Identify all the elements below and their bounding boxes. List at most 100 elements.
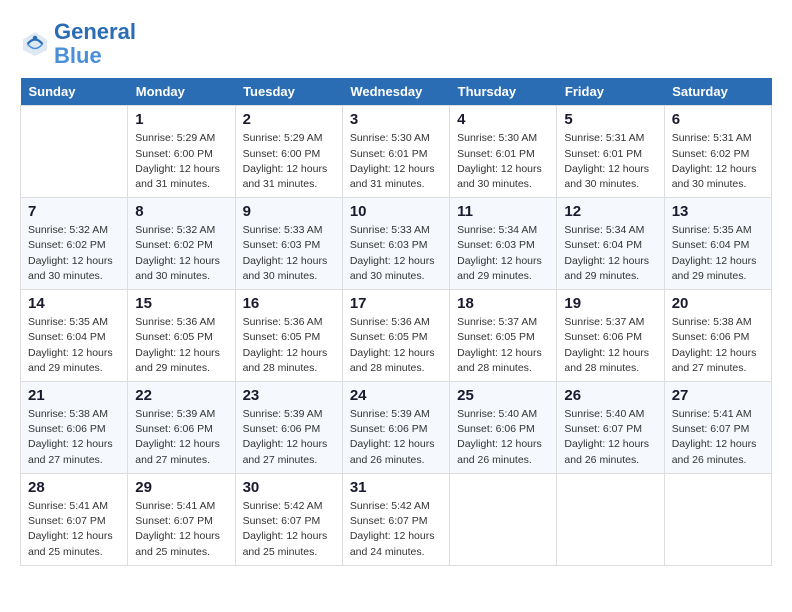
col-header-wednesday: Wednesday	[342, 78, 449, 106]
day-info: Sunrise: 5:40 AMSunset: 6:07 PMDaylight:…	[564, 407, 656, 468]
page-header: GeneralBlue	[20, 20, 772, 68]
day-cell-14: 14 Sunrise: 5:35 AMSunset: 6:04 PMDayligh…	[21, 290, 128, 382]
day-cell-21: 21 Sunrise: 5:38 AMSunset: 6:06 PMDayligh…	[21, 382, 128, 474]
day-info: Sunrise: 5:36 AMSunset: 6:05 PMDaylight:…	[243, 315, 335, 376]
day-info: Sunrise: 5:42 AMSunset: 6:07 PMDaylight:…	[350, 499, 442, 560]
day-number: 31	[350, 479, 442, 496]
day-cell-15: 15 Sunrise: 5:36 AMSunset: 6:05 PMDayligh…	[128, 290, 235, 382]
day-cell-18: 18 Sunrise: 5:37 AMSunset: 6:05 PMDayligh…	[450, 290, 557, 382]
day-info: Sunrise: 5:30 AMSunset: 6:01 PMDaylight:…	[350, 131, 442, 192]
day-number: 25	[457, 387, 549, 404]
day-number: 30	[243, 479, 335, 496]
day-cell-3: 3 Sunrise: 5:30 AMSunset: 6:01 PMDaylight…	[342, 106, 449, 198]
day-info: Sunrise: 5:36 AMSunset: 6:05 PMDaylight:…	[135, 315, 227, 376]
day-number: 22	[135, 387, 227, 404]
day-info: Sunrise: 5:38 AMSunset: 6:06 PMDaylight:…	[672, 315, 764, 376]
day-info: Sunrise: 5:36 AMSunset: 6:05 PMDaylight:…	[350, 315, 442, 376]
day-number: 5	[564, 111, 656, 128]
col-header-friday: Friday	[557, 78, 664, 106]
day-cell-26: 26 Sunrise: 5:40 AMSunset: 6:07 PMDayligh…	[557, 382, 664, 474]
logo: GeneralBlue	[20, 20, 136, 68]
day-info: Sunrise: 5:41 AMSunset: 6:07 PMDaylight:…	[135, 499, 227, 560]
day-number: 11	[457, 203, 549, 220]
col-header-monday: Monday	[128, 78, 235, 106]
week-row-1: 1 Sunrise: 5:29 AMSunset: 6:00 PMDaylight…	[21, 106, 772, 198]
day-number: 14	[28, 295, 120, 312]
day-info: Sunrise: 5:33 AMSunset: 6:03 PMDaylight:…	[243, 223, 335, 284]
day-info: Sunrise: 5:31 AMSunset: 6:02 PMDaylight:…	[672, 131, 764, 192]
day-cell-19: 19Sunrise: 5:37 AMSunset: 6:06 PMDayligh…	[557, 290, 664, 382]
day-info: Sunrise: 5:37 AMSunset: 6:06 PMDaylight:…	[564, 315, 656, 376]
empty-cell	[664, 473, 771, 565]
day-number: 1	[135, 111, 227, 128]
day-info: Sunrise: 5:37 AMSunset: 6:05 PMDaylight:…	[457, 315, 549, 376]
day-number: 12	[564, 203, 656, 220]
day-number: 26	[564, 387, 656, 404]
day-info: Sunrise: 5:41 AMSunset: 6:07 PMDaylight:…	[672, 407, 764, 468]
day-number: 3	[350, 111, 442, 128]
day-cell-2: 2 Sunrise: 5:29 AMSunset: 6:00 PMDaylight…	[235, 106, 342, 198]
day-info: Sunrise: 5:34 AMSunset: 6:04 PMDaylight:…	[564, 223, 656, 284]
day-cell-9: 9 Sunrise: 5:33 AMSunset: 6:03 PMDaylight…	[235, 198, 342, 290]
week-row-4: 21 Sunrise: 5:38 AMSunset: 6:06 PMDayligh…	[21, 382, 772, 474]
col-header-sunday: Sunday	[21, 78, 128, 106]
day-info: Sunrise: 5:30 AMSunset: 6:01 PMDaylight:…	[457, 131, 549, 192]
day-number: 6	[672, 111, 764, 128]
empty-cell	[557, 473, 664, 565]
day-cell-13: 13Sunrise: 5:35 AMSunset: 6:04 PMDayligh…	[664, 198, 771, 290]
day-number: 17	[350, 295, 442, 312]
day-info: Sunrise: 5:39 AMSunset: 6:06 PMDaylight:…	[243, 407, 335, 468]
week-row-2: 7Sunrise: 5:32 AMSunset: 6:02 PMDaylight…	[21, 198, 772, 290]
day-cell-7: 7Sunrise: 5:32 AMSunset: 6:02 PMDaylight…	[21, 198, 128, 290]
day-info: Sunrise: 5:32 AMSunset: 6:02 PMDaylight:…	[135, 223, 227, 284]
day-info: Sunrise: 5:29 AMSunset: 6:00 PMDaylight:…	[135, 131, 227, 192]
day-cell-4: 4 Sunrise: 5:30 AMSunset: 6:01 PMDaylight…	[450, 106, 557, 198]
day-number: 18	[457, 295, 549, 312]
day-info: Sunrise: 5:39 AMSunset: 6:06 PMDaylight:…	[135, 407, 227, 468]
day-number: 23	[243, 387, 335, 404]
day-cell-28: 28 Sunrise: 5:41 AMSunset: 6:07 PMDayligh…	[21, 473, 128, 565]
day-cell-10: 10 Sunrise: 5:33 AMSunset: 6:03 PMDayligh…	[342, 198, 449, 290]
day-cell-31: 31 Sunrise: 5:42 AMSunset: 6:07 PMDayligh…	[342, 473, 449, 565]
day-number: 16	[243, 295, 335, 312]
day-info: Sunrise: 5:41 AMSunset: 6:07 PMDaylight:…	[28, 499, 120, 560]
day-cell-25: 25 Sunrise: 5:40 AMSunset: 6:06 PMDayligh…	[450, 382, 557, 474]
week-row-5: 28 Sunrise: 5:41 AMSunset: 6:07 PMDayligh…	[21, 473, 772, 565]
day-info: Sunrise: 5:40 AMSunset: 6:06 PMDaylight:…	[457, 407, 549, 468]
col-header-thursday: Thursday	[450, 78, 557, 106]
day-info: Sunrise: 5:29 AMSunset: 6:00 PMDaylight:…	[243, 131, 335, 192]
day-info: Sunrise: 5:33 AMSunset: 6:03 PMDaylight:…	[350, 223, 442, 284]
day-info: Sunrise: 5:35 AMSunset: 6:04 PMDaylight:…	[28, 315, 120, 376]
day-number: 28	[28, 479, 120, 496]
day-number: 10	[350, 203, 442, 220]
day-info: Sunrise: 5:39 AMSunset: 6:06 PMDaylight:…	[350, 407, 442, 468]
day-cell-29: 29 Sunrise: 5:41 AMSunset: 6:07 PMDayligh…	[128, 473, 235, 565]
day-cell-8: 8Sunrise: 5:32 AMSunset: 6:02 PMDaylight…	[128, 198, 235, 290]
calendar-table: SundayMondayTuesdayWednesdayThursdayFrid…	[20, 78, 772, 565]
day-number: 4	[457, 111, 549, 128]
day-number: 15	[135, 295, 227, 312]
day-info: Sunrise: 5:35 AMSunset: 6:04 PMDaylight:…	[672, 223, 764, 284]
day-cell-5: 5 Sunrise: 5:31 AMSunset: 6:01 PMDaylight…	[557, 106, 664, 198]
empty-cell	[21, 106, 128, 198]
day-cell-16: 16 Sunrise: 5:36 AMSunset: 6:05 PMDayligh…	[235, 290, 342, 382]
day-cell-30: 30Sunrise: 5:42 AMSunset: 6:07 PMDayligh…	[235, 473, 342, 565]
day-info: Sunrise: 5:31 AMSunset: 6:01 PMDaylight:…	[564, 131, 656, 192]
day-number: 29	[135, 479, 227, 496]
empty-cell	[450, 473, 557, 565]
day-cell-12: 12 Sunrise: 5:34 AMSunset: 6:04 PMDayligh…	[557, 198, 664, 290]
day-number: 9	[243, 203, 335, 220]
day-info: Sunrise: 5:32 AMSunset: 6:02 PMDaylight:…	[28, 223, 120, 284]
day-info: Sunrise: 5:34 AMSunset: 6:03 PMDaylight:…	[457, 223, 549, 284]
day-number: 24	[350, 387, 442, 404]
day-number: 2	[243, 111, 335, 128]
day-cell-20: 20Sunrise: 5:38 AMSunset: 6:06 PMDayligh…	[664, 290, 771, 382]
day-number: 21	[28, 387, 120, 404]
day-cell-6: 6 Sunrise: 5:31 AMSunset: 6:02 PMDaylight…	[664, 106, 771, 198]
day-cell-11: 11 Sunrise: 5:34 AMSunset: 6:03 PMDayligh…	[450, 198, 557, 290]
col-header-saturday: Saturday	[664, 78, 771, 106]
day-info: Sunrise: 5:38 AMSunset: 6:06 PMDaylight:…	[28, 407, 120, 468]
day-cell-27: 27Sunrise: 5:41 AMSunset: 6:07 PMDayligh…	[664, 382, 771, 474]
logo-icon	[20, 29, 50, 59]
day-cell-24: 24 Sunrise: 5:39 AMSunset: 6:06 PMDayligh…	[342, 382, 449, 474]
